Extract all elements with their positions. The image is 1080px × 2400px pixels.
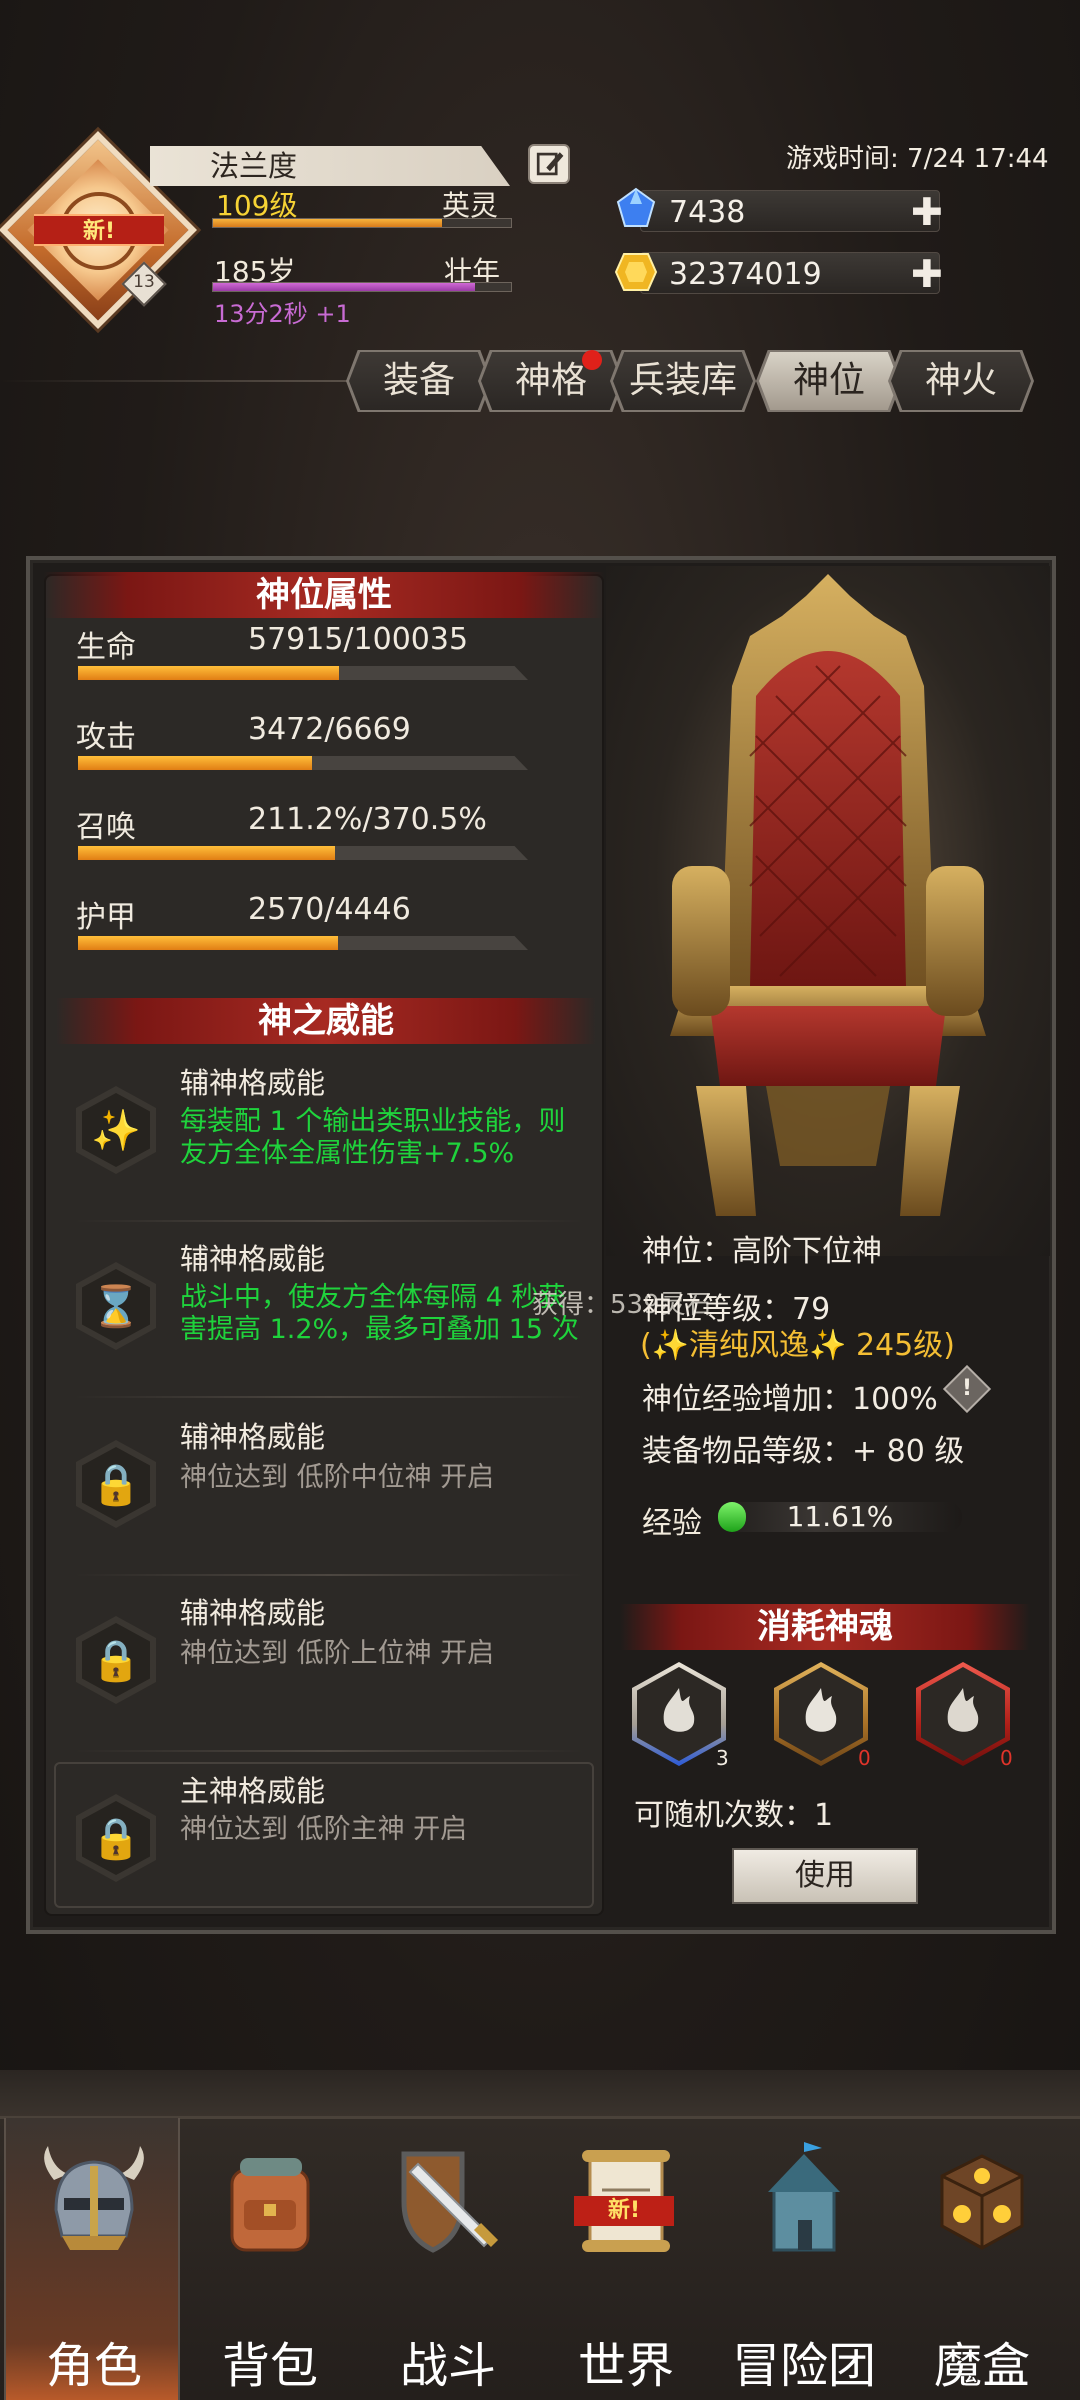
soul-flame-icon [805, 1688, 837, 1732]
age-progress-bar [212, 282, 512, 292]
tab-god-fire[interactable]: 神火 [891, 352, 1031, 410]
equip-item-level: 装备物品等级：+ 80 级 [642, 1434, 965, 1469]
tab-equipment[interactable]: 装备 [349, 352, 489, 410]
edit-name-button[interactable] [528, 144, 570, 184]
gem-count: 7438 [669, 195, 746, 230]
soul-header: 消耗神魂 [620, 1604, 1030, 1650]
tab-divider [0, 380, 350, 382]
nav-world-new-badge: 新! [574, 2196, 674, 2226]
throne-icon [670, 574, 986, 1216]
attr-name-armor: 护甲 [76, 900, 136, 935]
nav-adventure-team[interactable]: 冒险团 [716, 2118, 892, 2400]
attr-value-hp: 57915/100035 [248, 622, 469, 657]
skill-title-3: 辅神格威能 [180, 1420, 326, 1454]
edit-icon [536, 152, 564, 176]
gem-icon [616, 187, 656, 227]
divider [74, 1750, 584, 1752]
backpack-icon [230, 2158, 310, 2252]
nav-character[interactable]: 角色 [4, 2118, 180, 2400]
nav-label-adventure-team: 冒险团 [731, 2338, 876, 2394]
skill-title-1: 辅神格威能 [180, 1066, 326, 1100]
attr-value-attack: 3472/6669 [248, 712, 411, 747]
exp-bonus: 神位经验增加：100% [642, 1382, 938, 1417]
age-timer: 13分2秒 +1 [214, 300, 351, 328]
level-progress-bar [212, 218, 512, 228]
divider [74, 1220, 584, 1222]
god-rank: 神位：高阶下位神 [642, 1234, 882, 1269]
character-name: 法兰度 [150, 146, 510, 186]
nav-label-magic-box: 魔盒 [933, 2338, 1030, 2394]
reward-toast: 获得：539灵石 [532, 1290, 712, 1320]
attr-name-attack: 攻击 [76, 720, 136, 755]
nav-label-backpack: 背包 [221, 2338, 318, 2394]
exp-percent: 11.61% [786, 1500, 894, 1533]
attr-name-hp: 生命 [76, 630, 136, 665]
throne-image [606, 566, 1050, 1256]
use-button[interactable]: 使用 [732, 1848, 918, 1904]
soul-count-red: 0 [1000, 1746, 1013, 1770]
attr-value-summon: 211.2%/370.5% [248, 802, 487, 837]
skill-title-2: 辅神格威能 [180, 1242, 326, 1276]
level-badge-text: 13 [133, 272, 155, 292]
attr-value-armor: 2570/4446 [248, 892, 411, 927]
gem-resource: 7438 ✚ [640, 190, 943, 232]
magic-box-icon [940, 2154, 1024, 2250]
attr-bar-summon [78, 846, 528, 860]
attr-name-summon: 召唤 [76, 810, 136, 845]
nav-band [0, 2070, 1080, 2116]
nav-world[interactable]: 新! 世界 [538, 2118, 714, 2400]
notification-dot [582, 350, 602, 370]
nav-label-world: 世界 [577, 2338, 674, 2394]
divider [74, 1396, 584, 1398]
gold-resource: 32374019 ✚ [640, 252, 943, 294]
skill-title-5: 主神格威能 [180, 1774, 326, 1808]
power-header: 神之威能 [56, 998, 596, 1044]
attr-bar-attack [78, 756, 528, 770]
reroll-count: 可随机次数：1 [634, 1798, 834, 1833]
gold-count: 32374019 [669, 257, 822, 292]
skill-desc-4: 神位达到 低阶上位神 开启 [180, 1638, 495, 1669]
tab-armory[interactable]: 兵装库 [613, 352, 753, 410]
gold-icon [614, 253, 658, 291]
nav-label-battle: 战斗 [399, 2338, 496, 2394]
new-badge: 新! [34, 214, 164, 246]
skill-desc-3: 神位达到 低阶中位神 开启 [180, 1462, 495, 1493]
divider [74, 1574, 584, 1576]
skill-desc-5: 神位达到 低阶主神 开启 [180, 1814, 468, 1845]
attr-bar-armor [78, 936, 528, 950]
attr-bar-hp [78, 666, 528, 680]
soul-count-gold: 0 [858, 1746, 871, 1770]
attributes-header: 神位属性 [44, 572, 604, 618]
lock-icon: 🔒 [82, 1801, 150, 1875]
sword-shield-icon [401, 2151, 499, 2253]
lock-icon: 🔒 [82, 1623, 150, 1697]
nav-label-character: 角色 [45, 2338, 142, 2394]
nav-backpack[interactable]: 背包 [182, 2118, 358, 2400]
soul-flame-icon [663, 1688, 695, 1732]
castle-icon [768, 2142, 840, 2252]
helmet-icon [44, 2146, 144, 2250]
game-time: 游戏时间: 7/24 17:44 [786, 144, 1049, 174]
soul-flame-icon [947, 1688, 979, 1732]
skill-title-4: 辅神格威能 [180, 1596, 326, 1630]
exp-label: 经验 [642, 1506, 702, 1541]
add-gold-button[interactable]: ✚ [911, 255, 943, 293]
add-gems-button[interactable]: ✚ [911, 193, 943, 231]
soul-count-white: 3 [716, 1746, 729, 1770]
hourglass-icon: ⌛ [82, 1269, 150, 1343]
tab-god-rank[interactable]: 神位 [759, 352, 899, 410]
skill-desc-1a: 每装配 1 个输出类职业技能，则 [180, 1106, 566, 1137]
nav-magic-box[interactable]: 魔盒 [894, 2118, 1070, 2400]
title-line: (✨清纯风逸✨ 245级) [640, 1328, 955, 1363]
lock-icon: 🔒 [82, 1447, 150, 1521]
nav-battle[interactable]: 战斗 [360, 2118, 536, 2400]
skill-desc-1b: 友方全体全属性伤害+7.5% [180, 1138, 515, 1169]
sparkle-icon: ✨ [82, 1093, 150, 1167]
